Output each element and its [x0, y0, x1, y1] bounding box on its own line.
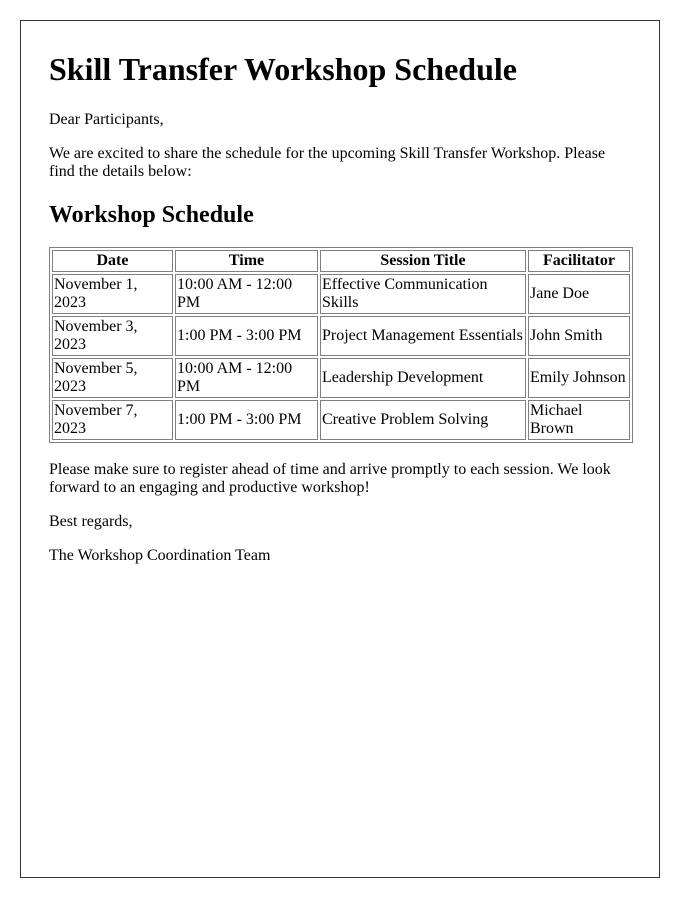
table-header-row: Date Time Session Title Facilitator	[52, 250, 630, 272]
page-title: Skill Transfer Workshop Schedule	[49, 51, 517, 87]
cell-facilitator: John Smith	[528, 316, 630, 356]
schedule-table: Date Time Session Title Facilitator Nove…	[49, 247, 633, 443]
cell-date: November 1, 2023	[52, 274, 173, 314]
intro-paragraph: We are excited to share the schedule for…	[49, 145, 606, 180]
letter-page: Skill Transfer Workshop Schedule Dear Pa…	[20, 20, 660, 878]
table-row: November 7, 2023 1:00 PM - 3:00 PM Creat…	[52, 400, 630, 440]
cell-time: 1:00 PM - 3:00 PM	[175, 316, 318, 356]
signature: The Workshop Coordination Team	[49, 547, 271, 564]
cell-date: November 3, 2023	[52, 316, 173, 356]
cell-session-title: Creative Problem Solving	[320, 400, 526, 440]
cell-session-title: Leadership Development	[320, 358, 526, 398]
table-row: November 1, 2023 10:00 AM - 12:00 PM Eff…	[52, 274, 630, 314]
regards: Best regards,	[49, 513, 133, 530]
header-session-title: Session Title	[320, 250, 526, 272]
table-row: November 3, 2023 1:00 PM - 3:00 PM Proje…	[52, 316, 630, 356]
cell-facilitator: Emily Johnson	[528, 358, 630, 398]
header-facilitator: Facilitator	[528, 250, 630, 272]
section-title: Workshop Schedule	[49, 202, 254, 228]
cell-date: November 5, 2023	[52, 358, 173, 398]
cell-time: 1:00 PM - 3:00 PM	[175, 400, 318, 440]
greeting: Dear Participants,	[49, 111, 164, 128]
closing-paragraph: Please make sure to register ahead of ti…	[49, 461, 611, 496]
cell-time: 10:00 AM - 12:00 PM	[175, 274, 318, 314]
header-time: Time	[175, 250, 318, 272]
cell-facilitator: Jane Doe	[528, 274, 630, 314]
cell-date: November 7, 2023	[52, 400, 173, 440]
cell-facilitator: Michael Brown	[528, 400, 630, 440]
table-row: November 5, 2023 10:00 AM - 12:00 PM Lea…	[52, 358, 630, 398]
header-date: Date	[52, 250, 173, 272]
cell-session-title: Project Management Essentials	[320, 316, 526, 356]
cell-session-title: Effective Communication Skills	[320, 274, 526, 314]
cell-time: 10:00 AM - 12:00 PM	[175, 358, 318, 398]
